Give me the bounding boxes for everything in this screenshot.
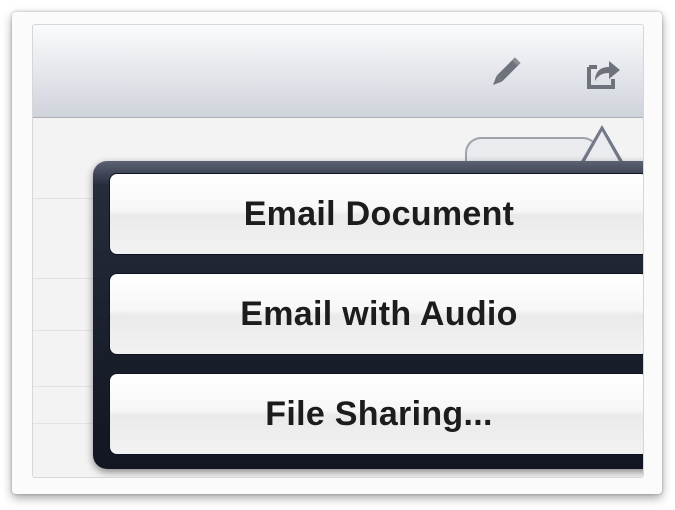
- email-document-label: Email Document: [243, 194, 515, 233]
- email-with-audio-button[interactable]: Email with Audio: [109, 273, 643, 355]
- email-document-button[interactable]: Email Document: [109, 173, 643, 255]
- share-icon[interactable]: [583, 53, 623, 93]
- email-with-audio-label: Email with Audio: [240, 294, 518, 333]
- popover-arrow-highlight: [584, 131, 620, 163]
- pencil-icon[interactable]: [485, 53, 525, 93]
- share-popover: Email Document Email with Audio File Sha…: [93, 161, 643, 469]
- file-sharing-label: File Sharing...: [265, 394, 493, 433]
- app-screen: Email Document Email with Audio File Sha…: [32, 24, 644, 478]
- top-toolbar: [33, 25, 643, 118]
- file-sharing-button[interactable]: File Sharing...: [109, 373, 643, 455]
- screenshot-frame: Email Document Email with Audio File Sha…: [12, 12, 662, 494]
